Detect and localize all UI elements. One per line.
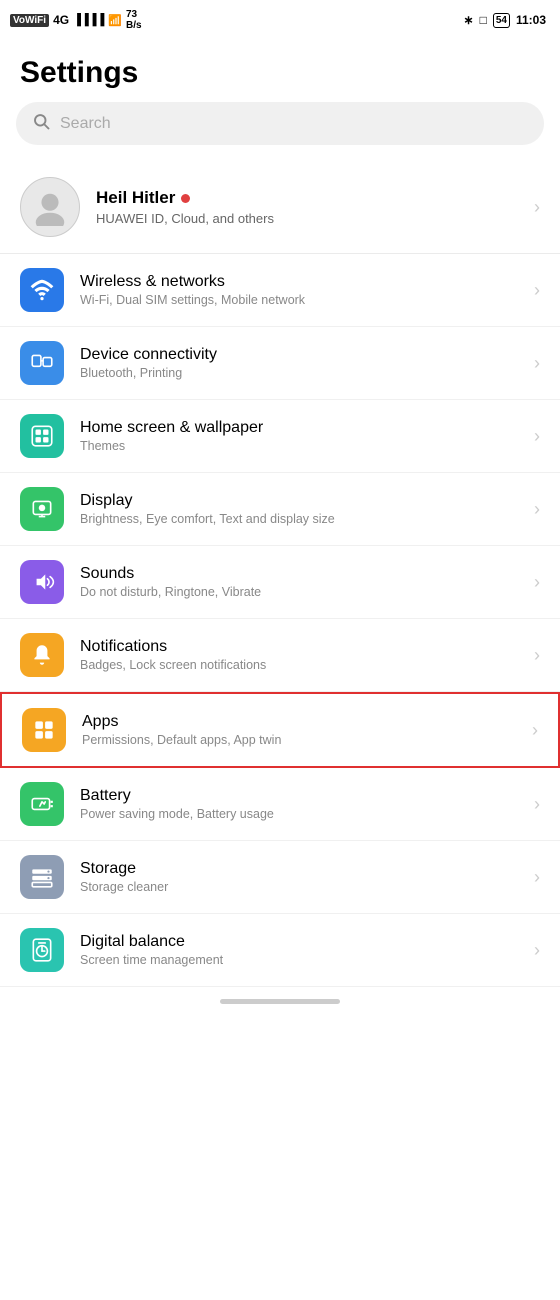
settings-item-storage[interactable]: Storage Storage cleaner ›: [0, 841, 560, 914]
sounds-subtitle: Do not disturb, Ringtone, Vibrate: [80, 585, 518, 599]
vowifi-label: VoWiFi: [10, 14, 49, 27]
battery-chevron-icon: ›: [534, 794, 540, 815]
home-bar: [220, 999, 340, 1004]
speed-label: 73B/s: [126, 9, 142, 31]
digital-balance-icon-wrap: [20, 928, 64, 972]
settings-item-digital-balance[interactable]: Digital balance Screen time management ›: [0, 914, 560, 987]
digital-balance-chevron-icon: ›: [534, 940, 540, 961]
battery-icon-wrap: [20, 782, 64, 826]
search-icon: [32, 112, 50, 135]
notifications-icon-wrap: [20, 633, 64, 677]
profile-name-row: Heil Hitler: [96, 188, 518, 208]
display-icon-wrap: [20, 487, 64, 531]
digital-balance-text: Digital balance Screen time management: [80, 933, 518, 967]
settings-item-notifications[interactable]: Notifications Badges, Lock screen notifi…: [0, 619, 560, 692]
sounds-title: Sounds: [80, 565, 518, 583]
sounds-text: Sounds Do not disturb, Ringtone, Vibrate: [80, 565, 518, 599]
home-screen-icon-wrap: [20, 414, 64, 458]
time-label: 11:03: [516, 13, 546, 27]
storage-icon-wrap: [20, 855, 64, 899]
battery-indicator: 54: [493, 13, 510, 28]
home-screen-text: Home screen & wallpaper Themes: [80, 419, 518, 453]
search-bar[interactable]: Search: [16, 102, 544, 145]
home-screen-chevron-icon: ›: [534, 426, 540, 447]
device-connectivity-icon-wrap: [20, 341, 64, 385]
storage-subtitle: Storage cleaner: [80, 880, 518, 894]
battery-value: 54: [496, 15, 507, 26]
digital-balance-subtitle: Screen time management: [80, 953, 518, 967]
digital-balance-title: Digital balance: [80, 933, 518, 951]
battery-subtitle: Power saving mode, Battery usage: [80, 807, 518, 821]
settings-item-display[interactable]: Display Brightness, Eye comfort, Text an…: [0, 473, 560, 546]
settings-item-battery[interactable]: Battery Power saving mode, Battery usage…: [0, 768, 560, 841]
search-placeholder: Search: [60, 115, 111, 133]
settings-item-device-connectivity[interactable]: Device connectivity Bluetooth, Printing …: [0, 327, 560, 400]
device-connectivity-title: Device connectivity: [80, 346, 518, 364]
wireless-chevron-icon: ›: [534, 280, 540, 301]
sim-icon: □: [480, 13, 487, 27]
status-bar: VoWiFi 4G ▐▐▐▐ 📶 73B/s ∗ □ 54 11:03: [0, 0, 560, 40]
notifications-subtitle: Badges, Lock screen notifications: [80, 658, 518, 672]
sounds-chevron-icon: ›: [534, 572, 540, 593]
storage-chevron-icon: ›: [534, 867, 540, 888]
display-title: Display: [80, 492, 518, 510]
device-connectivity-subtitle: Bluetooth, Printing: [80, 366, 518, 380]
wifi-icon: 📶: [108, 14, 122, 27]
home-screen-title: Home screen & wallpaper: [80, 419, 518, 437]
wireless-subtitle: Wi-Fi, Dual SIM settings, Mobile network: [80, 293, 518, 307]
settings-item-sounds[interactable]: Sounds Do not disturb, Ringtone, Vibrate…: [0, 546, 560, 619]
settings-item-home-screen[interactable]: Home screen & wallpaper Themes ›: [0, 400, 560, 473]
apps-icon-wrap: [22, 708, 66, 752]
status-right: ∗ □ 54 11:03: [464, 13, 546, 28]
settings-item-wireless[interactable]: Wireless & networks Wi-Fi, Dual SIM sett…: [0, 254, 560, 327]
profile-name: Heil Hitler: [96, 188, 175, 208]
avatar: [20, 177, 80, 237]
status-left: VoWiFi 4G ▐▐▐▐ 📶 73B/s: [10, 9, 142, 31]
profile-subtitle: HUAWEI ID, Cloud, and others: [96, 211, 518, 226]
home-screen-subtitle: Themes: [80, 439, 518, 453]
apps-title: Apps: [82, 713, 516, 731]
wireless-title: Wireless & networks: [80, 273, 518, 291]
page-title: Settings: [0, 40, 560, 102]
settings-item-apps[interactable]: Apps Permissions, Default apps, App twin…: [0, 692, 560, 768]
storage-title: Storage: [80, 860, 518, 878]
notifications-title: Notifications: [80, 638, 518, 656]
wireless-text: Wireless & networks Wi-Fi, Dual SIM sett…: [80, 273, 518, 307]
display-chevron-icon: ›: [534, 499, 540, 520]
notifications-text: Notifications Badges, Lock screen notifi…: [80, 638, 518, 672]
sounds-icon-wrap: [20, 560, 64, 604]
battery-text: Battery Power saving mode, Battery usage: [80, 787, 518, 821]
settings-list: Wireless & networks Wi-Fi, Dual SIM sett…: [0, 254, 560, 987]
profile-info: Heil Hitler HUAWEI ID, Cloud, and others: [96, 188, 518, 226]
signal-icon: ▐▐▐▐: [73, 14, 104, 26]
display-text: Display Brightness, Eye comfort, Text an…: [80, 492, 518, 526]
apps-chevron-icon: ›: [532, 720, 538, 741]
apps-subtitle: Permissions, Default apps, App twin: [82, 733, 516, 747]
battery-title: Battery: [80, 787, 518, 805]
device-connectivity-chevron-icon: ›: [534, 353, 540, 374]
home-indicator: [0, 987, 560, 1020]
wireless-icon-wrap: [20, 268, 64, 312]
apps-text: Apps Permissions, Default apps, App twin: [82, 713, 516, 747]
profile-chevron-icon: ›: [534, 197, 540, 218]
notifications-chevron-icon: ›: [534, 645, 540, 666]
bluetooth-icon: ∗: [464, 13, 474, 27]
profile-status-dot: [181, 194, 190, 203]
device-connectivity-text: Device connectivity Bluetooth, Printing: [80, 346, 518, 380]
profile-section[interactable]: Heil Hitler HUAWEI ID, Cloud, and others…: [0, 161, 560, 254]
storage-text: Storage Storage cleaner: [80, 860, 518, 894]
display-subtitle: Brightness, Eye comfort, Text and displa…: [80, 512, 518, 526]
signal-bars: 4G: [53, 13, 69, 27]
